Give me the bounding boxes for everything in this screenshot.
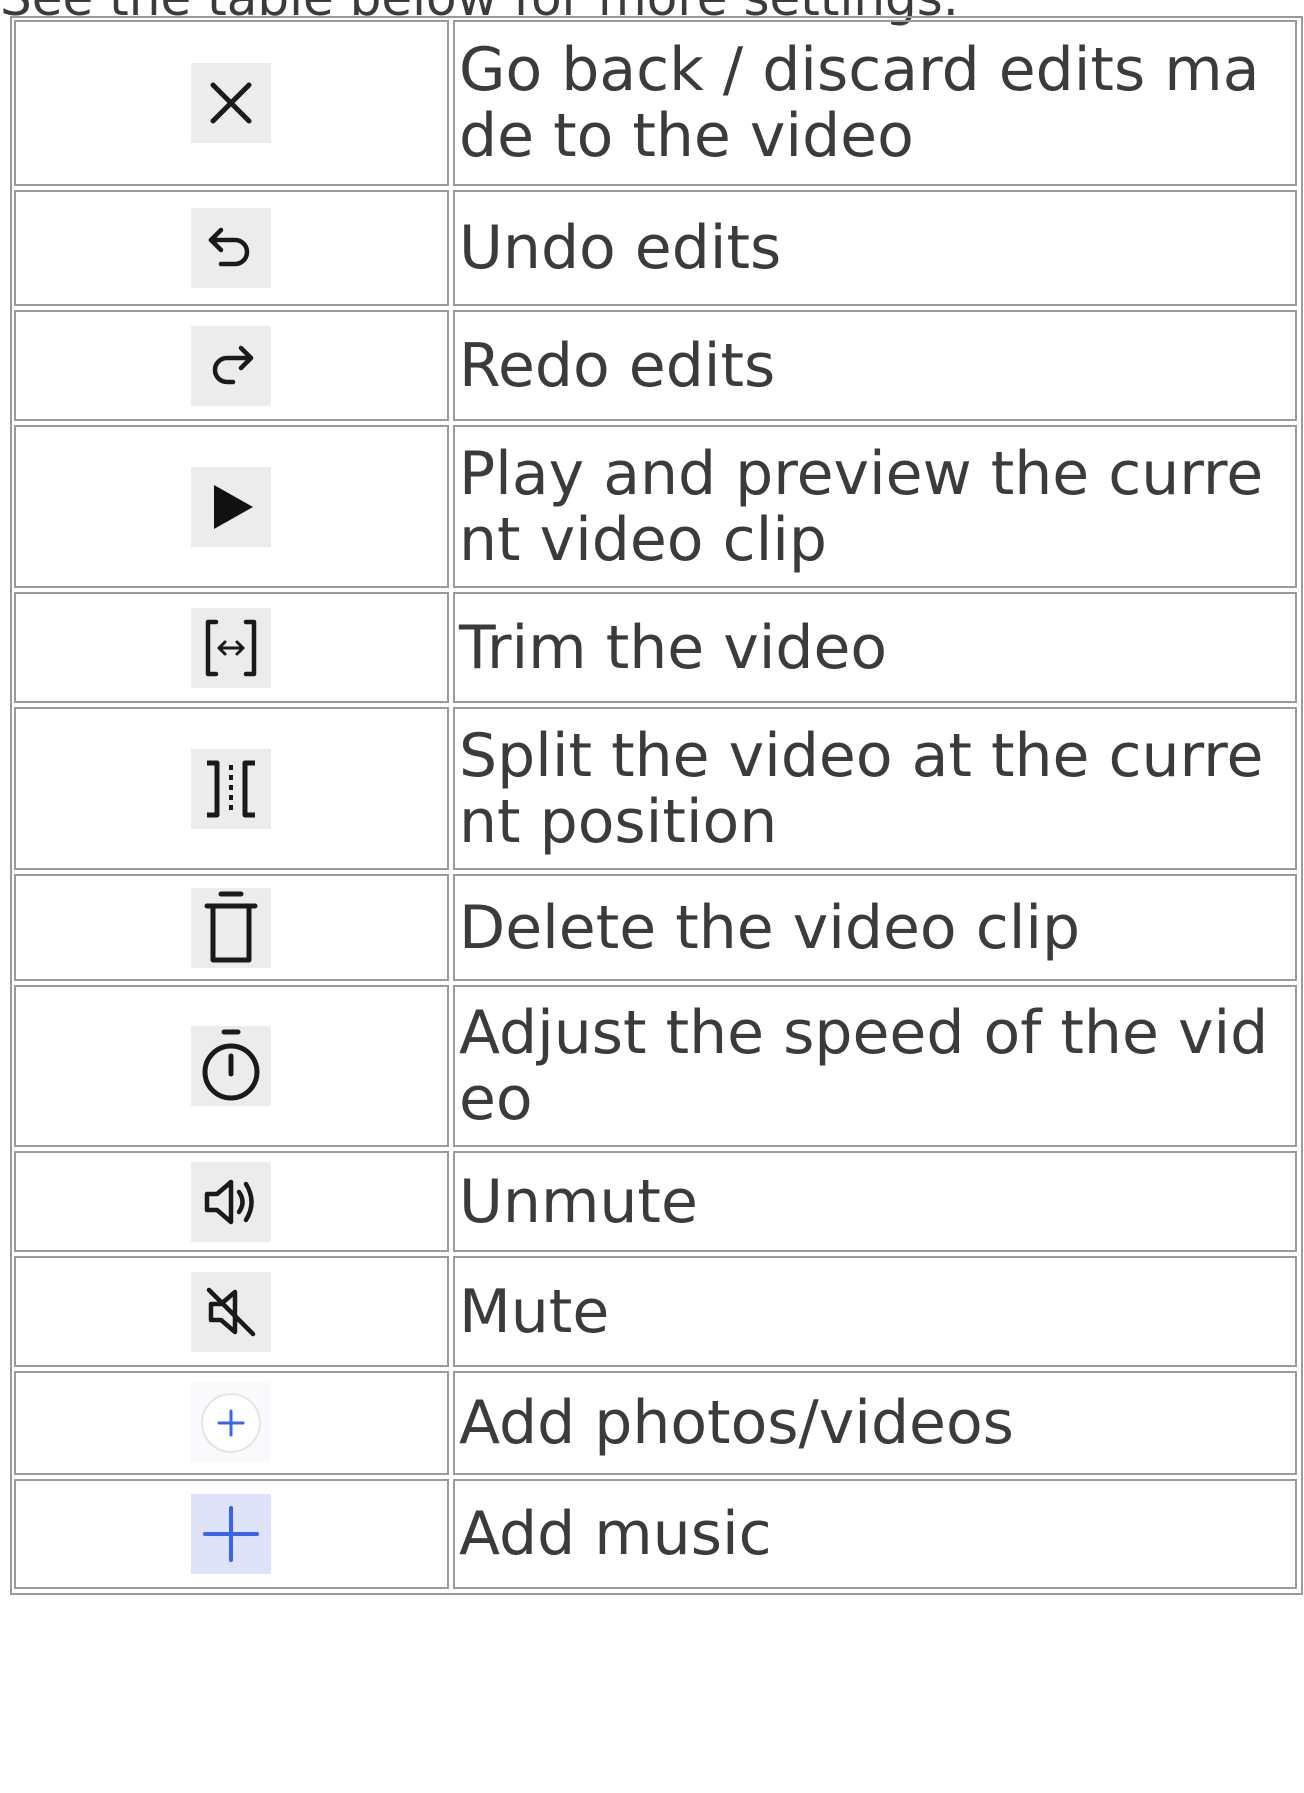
trash-icon bbox=[190, 887, 271, 968]
speed-icon bbox=[190, 1026, 271, 1106]
description-cell: Unmute bbox=[453, 1151, 1297, 1252]
trim-icon bbox=[190, 607, 271, 688]
description-cell: Split the video at the current position bbox=[453, 707, 1297, 870]
description-cell: Mute bbox=[453, 1256, 1297, 1367]
table-row: Mute bbox=[14, 1256, 1301, 1367]
icon-cell bbox=[14, 1151, 449, 1252]
description-cell: Go back / discard edits made to the vide… bbox=[453, 20, 1297, 186]
icon-cell bbox=[14, 425, 449, 588]
table-row: Play and preview the current video clip bbox=[14, 425, 1301, 588]
table-row: Trim the video bbox=[14, 592, 1301, 703]
description-cell: Play and preview the current video clip bbox=[453, 425, 1297, 588]
redo-icon bbox=[190, 325, 271, 406]
icon-cell bbox=[14, 20, 449, 186]
table-row: Adjust the speed of the video bbox=[14, 985, 1301, 1147]
icon-cell bbox=[14, 985, 449, 1147]
description-cell: Add music bbox=[453, 1479, 1297, 1589]
icon-cell bbox=[14, 310, 449, 421]
description-cell: Add photos/videos bbox=[453, 1371, 1297, 1475]
settings-table: Go back / discard edits made to the vide… bbox=[10, 16, 1303, 1595]
table-row: Split the video at the current position bbox=[14, 707, 1301, 870]
description-cell: Delete the video clip bbox=[453, 874, 1297, 981]
speaker-icon bbox=[190, 1161, 271, 1242]
icon-cell bbox=[14, 592, 449, 703]
close-icon bbox=[190, 63, 271, 143]
undo-icon bbox=[190, 208, 271, 288]
play-icon bbox=[190, 466, 271, 547]
split-icon bbox=[190, 748, 271, 829]
description-cell: Redo edits bbox=[453, 310, 1297, 421]
icon-cell bbox=[14, 1371, 449, 1475]
icon-cell bbox=[14, 874, 449, 981]
table-row: Undo edits bbox=[14, 190, 1301, 306]
table-row: Add photos/videos bbox=[14, 1371, 1301, 1475]
table-row: Delete the video clip bbox=[14, 874, 1301, 981]
table-row: Add music bbox=[14, 1479, 1301, 1589]
mute-icon bbox=[190, 1271, 271, 1352]
table-row: Redo edits bbox=[14, 310, 1301, 421]
icon-cell bbox=[14, 1479, 449, 1589]
add-circle-icon bbox=[190, 1383, 271, 1463]
description-cell: Trim the video bbox=[453, 592, 1297, 703]
table-row: Go back / discard edits made to the vide… bbox=[14, 20, 1301, 186]
plus-icon bbox=[190, 1494, 271, 1574]
description-cell: Undo edits bbox=[453, 190, 1297, 306]
icon-cell bbox=[14, 707, 449, 870]
table-row: Unmute bbox=[14, 1151, 1301, 1252]
icon-cell bbox=[14, 190, 449, 306]
icon-cell bbox=[14, 1256, 449, 1367]
description-cell: Adjust the speed of the video bbox=[453, 985, 1297, 1147]
